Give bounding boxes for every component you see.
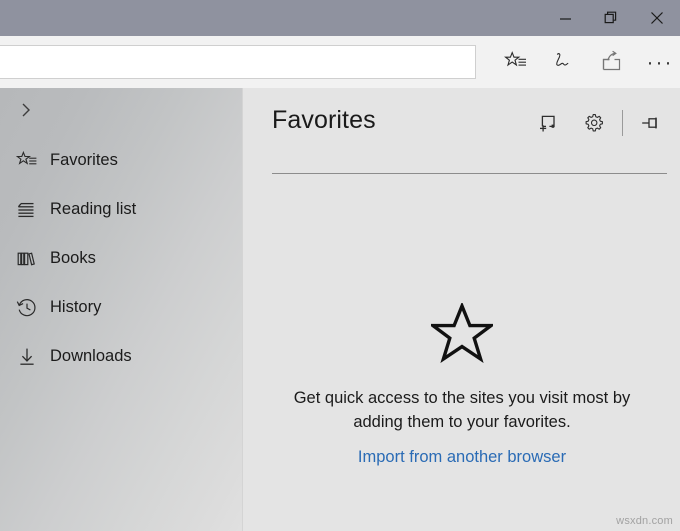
restore-icon — [604, 11, 618, 25]
reading-list-icon — [6, 185, 48, 234]
favorites-pane-actions — [525, 102, 674, 144]
hub-nav-list: Favorites Reading list Books History Dow… — [0, 136, 243, 381]
close-icon — [650, 11, 664, 25]
close-button[interactable] — [634, 0, 680, 36]
import-from-browser-link[interactable]: Import from another browser — [358, 448, 566, 467]
header-divider — [272, 173, 667, 174]
favorites-empty-state: Get quick access to the sites you visit … — [244, 303, 680, 467]
share-icon — [600, 50, 624, 74]
page-title: Favorites — [272, 106, 376, 134]
favorites-pane: Favorites Get quick access to the sites … — [244, 88, 680, 531]
downloads-arrow-icon — [6, 332, 48, 381]
favorites-star-icon — [6, 136, 48, 185]
sidebar-expand-button[interactable] — [0, 88, 52, 136]
actions-divider — [622, 110, 623, 136]
sidebar-item-books[interactable]: Books — [0, 234, 243, 283]
pen-icon — [552, 50, 576, 74]
hub-sidebar: Favorites Reading list Books History Dow… — [0, 88, 243, 531]
sidebar-item-label: Downloads — [50, 347, 132, 365]
window-controls — [542, 0, 680, 36]
minimize-icon — [559, 12, 572, 25]
sidebar-item-label: History — [50, 298, 102, 316]
restore-button[interactable] — [588, 0, 634, 36]
address-input[interactable] — [0, 46, 475, 78]
web-note-button[interactable] — [540, 36, 588, 88]
favorites-pane-header: Favorites — [244, 88, 680, 174]
sidebar-item-label: Books — [50, 249, 96, 267]
empty-state-message: Get quick access to the sites you visit … — [293, 389, 631, 431]
star-outline-icon — [244, 303, 680, 363]
toolbar-actions: ··· — [492, 36, 680, 88]
sidebar-item-label: Favorites — [50, 151, 118, 169]
address-bar[interactable] — [0, 45, 476, 79]
favorites-reading-list-button[interactable] — [492, 36, 540, 88]
chevron-right-icon — [17, 101, 35, 124]
browser-toolbar: ··· — [0, 36, 680, 88]
gear-icon — [583, 112, 605, 134]
ellipsis-icon: ··· — [646, 50, 674, 74]
history-clock-icon — [6, 283, 48, 332]
add-folder-icon — [537, 112, 559, 134]
sidebar-item-history[interactable]: History — [0, 283, 243, 332]
pin-button[interactable] — [628, 102, 674, 144]
minimize-button[interactable] — [542, 0, 588, 36]
pin-icon — [640, 112, 662, 134]
books-icon — [6, 234, 48, 283]
sidebar-item-reading-list[interactable]: Reading list — [0, 185, 243, 234]
sidebar-item-favorites[interactable]: Favorites — [0, 136, 243, 185]
watermark: wsxdn.com — [616, 515, 673, 527]
edge-browser-window: ··· Favorites Reading list Books History… — [0, 0, 680, 531]
sidebar-item-downloads[interactable]: Downloads — [0, 332, 243, 381]
sidebar-item-label: Reading list — [50, 200, 137, 218]
share-button[interactable] — [588, 36, 636, 88]
title-bar — [0, 0, 680, 36]
add-folder-button[interactable] — [525, 102, 571, 144]
more-button[interactable]: ··· — [636, 36, 680, 88]
settings-button[interactable] — [571, 102, 617, 144]
favorites-star-lines-icon — [504, 50, 528, 74]
